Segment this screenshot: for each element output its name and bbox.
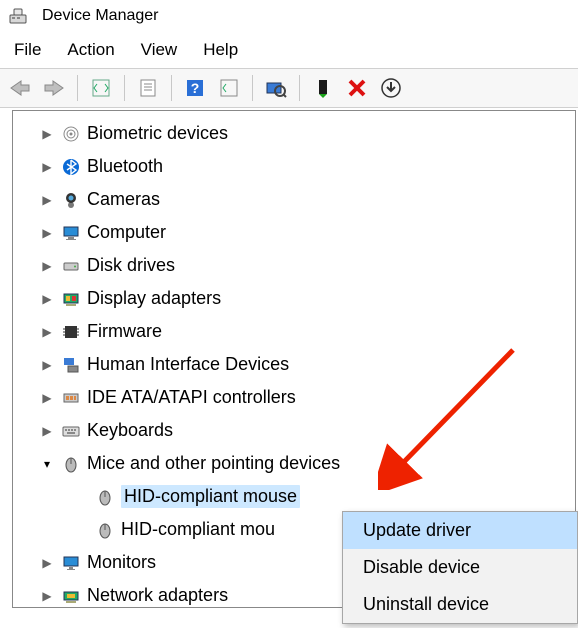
expander-icon[interactable]: ▶ xyxy=(39,555,55,571)
network-icon xyxy=(61,586,81,606)
tree-item-bluetooth[interactable]: ▶ Bluetooth xyxy=(13,150,575,183)
toolbar: ? xyxy=(0,68,578,108)
context-menu: Update driver Disable device Uninstall d… xyxy=(342,511,578,624)
tree-item-firmware[interactable]: ▶ Firmware xyxy=(13,315,575,348)
computer-icon xyxy=(61,223,81,243)
action-add-button[interactable] xyxy=(215,74,243,102)
expander-icon[interactable]: ▶ xyxy=(39,291,55,307)
expander-icon[interactable]: ▶ xyxy=(39,126,55,142)
tree-item-label: Keyboards xyxy=(87,420,173,441)
tree-item-label: HID-compliant mouse xyxy=(121,485,300,508)
scan-hardware-button[interactable] xyxy=(262,74,290,102)
mouse-icon xyxy=(95,487,115,507)
mouse-icon xyxy=(95,520,115,540)
menu-file[interactable]: File xyxy=(14,40,41,60)
tree-item-hid[interactable]: ▶ Human Interface Devices xyxy=(13,348,575,381)
expander-icon[interactable]: ▶ xyxy=(39,588,55,604)
bluetooth-icon xyxy=(61,157,81,177)
toolbar-separator xyxy=(171,75,172,101)
tree-item-label: Biometric devices xyxy=(87,123,228,144)
tree-item-label: Mice and other pointing devices xyxy=(87,453,340,474)
tree-item-label: Human Interface Devices xyxy=(87,354,289,375)
tree-item-cameras[interactable]: ▶ Cameras xyxy=(13,183,575,216)
toolbar-separator xyxy=(252,75,253,101)
properties-button[interactable] xyxy=(134,74,162,102)
tree-item-label: IDE ATA/ATAPI controllers xyxy=(87,387,296,408)
menu-bar: File Action View Help xyxy=(0,34,578,68)
tree-item-label: Computer xyxy=(87,222,166,243)
expander-icon[interactable]: ▶ xyxy=(39,258,55,274)
forward-button[interactable] xyxy=(40,74,68,102)
menu-view[interactable]: View xyxy=(141,40,178,60)
menu-help[interactable]: Help xyxy=(203,40,238,60)
tree-item-biometric[interactable]: ▶ Biometric devices xyxy=(13,117,575,150)
monitor-icon xyxy=(61,553,81,573)
enable-device-button[interactable] xyxy=(309,74,337,102)
remove-device-button[interactable] xyxy=(343,74,371,102)
hid-icon xyxy=(61,355,81,375)
tree-item-label: Firmware xyxy=(87,321,162,342)
fingerprint-icon xyxy=(61,124,81,144)
device-manager-icon xyxy=(8,6,28,26)
help-button[interactable]: ? xyxy=(181,74,209,102)
ide-icon xyxy=(61,388,81,408)
tree-item-mice[interactable]: ▾ Mice and other pointing devices xyxy=(13,447,575,480)
tree-item-ide[interactable]: ▶ IDE ATA/ATAPI controllers xyxy=(13,381,575,414)
expander-down-icon[interactable]: ▾ xyxy=(39,456,55,472)
tree-item-label: Cameras xyxy=(87,189,160,210)
menu-action[interactable]: Action xyxy=(67,40,114,60)
keyboard-icon xyxy=(61,421,81,441)
ctx-update-driver[interactable]: Update driver xyxy=(343,512,577,549)
tree-item-label: Display adapters xyxy=(87,288,221,309)
tree-item-computer[interactable]: ▶ Computer xyxy=(13,216,575,249)
toolbar-separator xyxy=(124,75,125,101)
back-button[interactable] xyxy=(6,74,34,102)
firmware-icon xyxy=(61,322,81,342)
title-bar: Device Manager xyxy=(0,0,578,34)
expander-icon[interactable]: ▶ xyxy=(39,357,55,373)
expander-icon[interactable]: ▶ xyxy=(39,225,55,241)
camera-icon xyxy=(61,190,81,210)
tree-item-label: Monitors xyxy=(87,552,156,573)
window-title: Device Manager xyxy=(42,7,159,25)
tree-item-label: Disk drives xyxy=(87,255,175,276)
ctx-uninstall-device[interactable]: Uninstall device xyxy=(343,586,577,623)
toolbar-separator xyxy=(299,75,300,101)
tree-item-keyboards[interactable]: ▶ Keyboards xyxy=(13,414,575,447)
tree-item-label: Bluetooth xyxy=(87,156,163,177)
svg-text:?: ? xyxy=(191,80,200,96)
mouse-category-icon xyxy=(61,454,81,474)
expander-icon[interactable]: ▶ xyxy=(39,324,55,340)
expander-icon[interactable]: ▶ xyxy=(39,423,55,439)
expander-icon[interactable]: ▶ xyxy=(39,390,55,406)
display-adapter-icon xyxy=(61,289,81,309)
disk-icon xyxy=(61,256,81,276)
tree-item-disk-drives[interactable]: ▶ Disk drives xyxy=(13,249,575,282)
ctx-disable-device[interactable]: Disable device xyxy=(343,549,577,586)
tree-item-display-adapters[interactable]: ▶ Display adapters xyxy=(13,282,575,315)
tree-child-hid-mouse-1[interactable]: HID-compliant mouse xyxy=(13,480,575,513)
update-driver-button[interactable] xyxy=(377,74,405,102)
expander-icon[interactable]: ▶ xyxy=(39,159,55,175)
toolbar-separator xyxy=(77,75,78,101)
tree-item-label: HID-compliant mou xyxy=(121,519,275,540)
expander-icon[interactable]: ▶ xyxy=(39,192,55,208)
tree-item-label: Network adapters xyxy=(87,585,228,606)
show-hidden-button[interactable] xyxy=(87,74,115,102)
